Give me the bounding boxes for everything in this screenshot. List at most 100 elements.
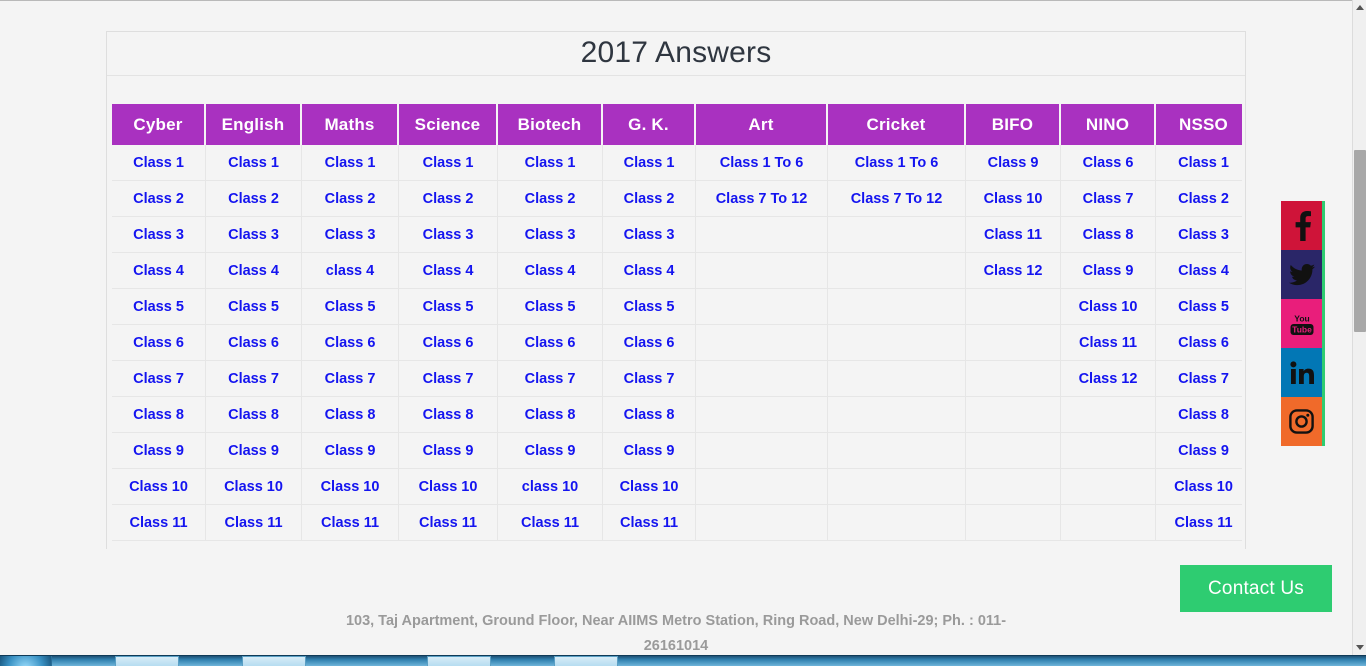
table-cell[interactable]: Class 1 [302, 145, 399, 181]
table-cell[interactable]: Class 7 [399, 361, 498, 397]
table-cell[interactable]: Class 4 [498, 253, 603, 289]
scroll-down-arrow-button[interactable] [1353, 640, 1366, 655]
table-cell[interactable]: Class 2 [603, 181, 696, 217]
taskbar-window-item[interactable] [427, 656, 491, 666]
table-cell[interactable]: Class 2 [1156, 181, 1242, 217]
table-cell[interactable]: Class 10 [966, 181, 1061, 217]
table-cell[interactable]: Class 1 [399, 145, 498, 181]
table-cell[interactable]: Class 6 [206, 325, 302, 361]
social-link-facebook[interactable] [1281, 201, 1322, 250]
table-cell[interactable]: Class 11 [206, 505, 302, 541]
table-cell[interactable]: Class 9 [966, 145, 1061, 181]
table-cell[interactable]: Class 8 [1156, 397, 1242, 433]
social-link-linkedin[interactable] [1281, 348, 1322, 397]
table-cell[interactable]: Class 8 [1061, 217, 1156, 253]
table-cell[interactable]: Class 1 To 6 [696, 145, 828, 181]
taskbar-start-button[interactable] [0, 656, 52, 666]
table-cell[interactable]: Class 5 [399, 289, 498, 325]
table-cell[interactable]: Class 3 [603, 217, 696, 253]
taskbar-window-item[interactable] [554, 656, 618, 666]
table-cell[interactable]: Class 6 [603, 325, 696, 361]
table-cell[interactable]: Class 5 [206, 289, 302, 325]
table-cell[interactable]: Class 7 To 12 [696, 181, 828, 217]
table-cell[interactable]: Class 8 [603, 397, 696, 433]
table-cell[interactable]: Class 7 [1156, 361, 1242, 397]
table-cell[interactable]: Class 9 [1156, 433, 1242, 469]
table-cell[interactable]: Class 10 [399, 469, 498, 505]
table-cell[interactable]: Class 8 [112, 397, 206, 433]
table-cell[interactable]: Class 4 [112, 253, 206, 289]
table-cell[interactable]: Class 7 [112, 361, 206, 397]
table-cell[interactable]: Class 9 [1061, 253, 1156, 289]
social-link-instagram[interactable] [1281, 397, 1322, 446]
table-cell[interactable]: Class 10 [302, 469, 399, 505]
table-cell[interactable]: Class 11 [966, 217, 1061, 253]
table-cell[interactable]: class 4 [302, 253, 399, 289]
table-cell[interactable]: Class 9 [206, 433, 302, 469]
table-cell[interactable]: Class 7 [1061, 181, 1156, 217]
table-cell[interactable]: Class 3 [302, 217, 399, 253]
table-cell[interactable]: Class 5 [1156, 289, 1242, 325]
table-cell[interactable]: Class 2 [498, 181, 603, 217]
table-cell[interactable]: Class 3 [498, 217, 603, 253]
table-cell[interactable]: Class 4 [206, 253, 302, 289]
table-cell[interactable]: Class 10 [112, 469, 206, 505]
table-cell[interactable]: Class 1 To 6 [828, 145, 966, 181]
table-cell[interactable]: Class 5 [112, 289, 206, 325]
table-cell[interactable]: Class 1 [206, 145, 302, 181]
table-cell[interactable]: Class 11 [1156, 505, 1242, 541]
table-cell[interactable]: Class 5 [498, 289, 603, 325]
table-cell[interactable]: Class 4 [399, 253, 498, 289]
table-cell[interactable]: Class 2 [112, 181, 206, 217]
table-cell[interactable]: Class 6 [1061, 145, 1156, 181]
table-cell[interactable]: Class 9 [112, 433, 206, 469]
table-cell[interactable]: Class 10 [1061, 289, 1156, 325]
table-cell[interactable]: Class 7 [498, 361, 603, 397]
table-cell[interactable]: Class 10 [1156, 469, 1242, 505]
social-link-youtube[interactable]: You Tube [1281, 299, 1322, 348]
taskbar-window-item[interactable] [242, 656, 306, 666]
table-cell[interactable]: Class 11 [1061, 325, 1156, 361]
scroll-up-arrow-button[interactable] [1353, 0, 1366, 15]
table-cell[interactable]: Class 2 [302, 181, 399, 217]
table-cell[interactable]: Class 1 [1156, 145, 1242, 181]
table-cell[interactable]: Class 4 [603, 253, 696, 289]
table-cell[interactable]: Class 6 [498, 325, 603, 361]
table-cell[interactable]: Class 6 [1156, 325, 1242, 361]
social-link-twitter[interactable] [1281, 250, 1322, 299]
table-cell[interactable]: Class 7 [206, 361, 302, 397]
table-cell[interactable]: Class 5 [603, 289, 696, 325]
table-cell[interactable]: Class 10 [603, 469, 696, 505]
table-cell[interactable]: Class 10 [206, 469, 302, 505]
table-cell[interactable]: Class 8 [498, 397, 603, 433]
table-cell[interactable]: Class 11 [498, 505, 603, 541]
table-cell[interactable]: Class 2 [399, 181, 498, 217]
table-cell[interactable]: Class 11 [112, 505, 206, 541]
table-cell[interactable]: Class 8 [206, 397, 302, 433]
table-cell[interactable]: Class 11 [302, 505, 399, 541]
table-cell[interactable]: Class 7 [302, 361, 399, 397]
table-cell[interactable]: Class 6 [399, 325, 498, 361]
scrollbar-thumb[interactable] [1354, 150, 1366, 332]
contact-us-button[interactable]: Contact Us [1180, 565, 1332, 612]
table-cell[interactable]: Class 11 [603, 505, 696, 541]
table-cell[interactable]: Class 7 To 12 [828, 181, 966, 217]
table-cell[interactable]: Class 1 [112, 145, 206, 181]
table-cell[interactable]: Class 9 [498, 433, 603, 469]
table-cell[interactable]: Class 3 [206, 217, 302, 253]
table-cell[interactable]: Class 9 [302, 433, 399, 469]
table-cell[interactable]: class 10 [498, 469, 603, 505]
table-cell[interactable]: Class 1 [498, 145, 603, 181]
table-cell[interactable]: Class 5 [302, 289, 399, 325]
table-cell[interactable]: Class 8 [302, 397, 399, 433]
table-cell[interactable]: Class 3 [399, 217, 498, 253]
table-cell[interactable]: Class 4 [1156, 253, 1242, 289]
browser-vertical-scrollbar[interactable] [1352, 0, 1366, 655]
table-cell[interactable]: Class 9 [603, 433, 696, 469]
table-cell[interactable]: Class 6 [112, 325, 206, 361]
table-cell[interactable]: Class 12 [1061, 361, 1156, 397]
table-cell[interactable]: Class 3 [112, 217, 206, 253]
table-cell[interactable]: Class 6 [302, 325, 399, 361]
table-cell[interactable]: Class 12 [966, 253, 1061, 289]
table-cell[interactable]: Class 11 [399, 505, 498, 541]
